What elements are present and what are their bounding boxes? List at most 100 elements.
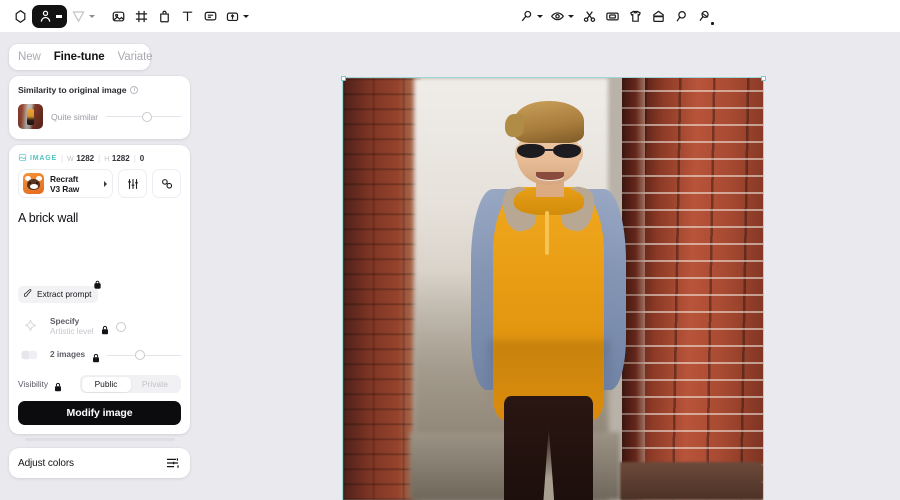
red-panda-avatar xyxy=(23,173,44,194)
similarity-card: Similarity to original image i Quite sim… xyxy=(9,76,190,139)
similarity-title: Similarity to original image xyxy=(18,85,127,95)
pen-shape-icon[interactable] xyxy=(68,5,98,27)
lock-icon[interactable] xyxy=(54,379,62,392)
image-width-key: W xyxy=(67,154,74,163)
cursor-select-icon[interactable] xyxy=(9,5,31,27)
image-count-label-bold: 2 images xyxy=(50,349,86,360)
image-height-field[interactable]: H 1282 xyxy=(104,154,130,163)
toolbar-right-group xyxy=(516,0,715,32)
magic-wand-glyph xyxy=(519,9,534,24)
tshirt-glyph xyxy=(628,9,643,24)
retouch-badge-dot xyxy=(711,22,714,25)
artistic-level-label: Specify Artistic level xyxy=(50,317,94,336)
magic-wand-icon[interactable] xyxy=(516,5,546,27)
scissors-glyph xyxy=(582,9,597,24)
style-reference-icon[interactable] xyxy=(152,169,181,198)
eye-glyph xyxy=(550,9,565,24)
sliders-icon[interactable] xyxy=(118,169,147,198)
tab-variate[interactable]: Variate xyxy=(118,51,153,63)
image-count-slider[interactable] xyxy=(107,349,181,361)
comment-glyph xyxy=(203,9,218,24)
vector-object-icon[interactable] xyxy=(32,4,67,28)
app-root: New Fine-tune Variate Similarity to orig… xyxy=(0,0,900,500)
extract-prompt-button[interactable]: Extract prompt xyxy=(18,280,102,303)
mockup-icon[interactable] xyxy=(153,5,175,27)
image-height-key: H xyxy=(104,154,110,163)
retouch-icon[interactable] xyxy=(693,5,715,27)
image-layer-tag: IMAGE xyxy=(18,153,57,164)
mockup-glyph xyxy=(157,9,172,24)
photo-arm-shadow xyxy=(487,339,610,404)
magic-brush-icon xyxy=(23,288,33,300)
lock-icon[interactable] xyxy=(92,350,100,363)
photo-left-brick-wall xyxy=(343,78,421,500)
similarity-slider-knob[interactable] xyxy=(142,111,153,122)
visibility-option-public[interactable]: Public xyxy=(81,376,131,392)
frame-glyph xyxy=(134,9,149,24)
image-meta-row: IMAGE | W 1282 | H 1282 | 0 xyxy=(9,145,190,169)
info-icon[interactable]: i xyxy=(130,86,139,94)
model-selector[interactable]: Recraft V3 Raw xyxy=(18,169,113,198)
chevron-down-icon xyxy=(243,14,249,18)
photo-hair xyxy=(505,101,584,144)
pen-shape-glyph xyxy=(71,9,86,24)
frame-icon[interactable] xyxy=(130,5,152,27)
canvas-selected-image[interactable] xyxy=(342,77,764,500)
similarity-value-label: Quite similar xyxy=(51,111,99,122)
adjust-colors-card[interactable]: Adjust colors xyxy=(9,448,190,478)
photo-person xyxy=(456,99,641,500)
image-icon[interactable] xyxy=(107,5,129,27)
visibility-row: Visibility Public Private xyxy=(9,369,190,393)
image-count-slider-knob[interactable] xyxy=(135,350,146,360)
tab-fine-tune[interactable]: Fine-tune xyxy=(54,51,105,63)
visibility-label: Visibility xyxy=(18,379,49,389)
text-icon[interactable] xyxy=(176,5,198,27)
artistic-level-slider-knob[interactable] xyxy=(115,322,126,332)
mockup-frame-icon[interactable] xyxy=(647,5,669,27)
scissors-icon[interactable] xyxy=(578,5,600,27)
meta-divider-1: | xyxy=(60,154,64,163)
upload-icon[interactable] xyxy=(222,5,252,27)
chevron-down-icon xyxy=(56,14,62,18)
similarity-control-row: Quite similar xyxy=(18,104,181,129)
option-artistic-level[interactable]: Specify Artistic level xyxy=(9,313,190,341)
model-name: Recraft V3 Raw xyxy=(50,174,79,194)
photo-hood-drawstring xyxy=(545,211,550,256)
lock-icon xyxy=(94,280,102,289)
similarity-slider[interactable] xyxy=(106,111,181,123)
comment-icon[interactable] xyxy=(199,5,221,27)
image-rotation-field[interactable]: 0 xyxy=(140,154,144,163)
option-image-count[interactable]: 2 images xyxy=(9,341,190,369)
photo-smile xyxy=(535,172,564,181)
visibility-option-private[interactable]: Private xyxy=(131,377,180,392)
image-layer-label: IMAGE xyxy=(30,155,57,162)
tab-new[interactable]: New xyxy=(18,51,41,63)
prompt-input[interactable]: A brick wall xyxy=(9,207,190,281)
image-rotation-value: 0 xyxy=(139,154,145,163)
photo-composite xyxy=(343,78,763,500)
photo-right-wall-base xyxy=(620,462,763,500)
tshirt-icon[interactable] xyxy=(624,5,646,27)
photo-sunglasses xyxy=(517,143,582,159)
artistic-level-slider[interactable] xyxy=(115,321,181,333)
selection-handle-top-left[interactable] xyxy=(341,76,346,81)
color-sliders-icon[interactable] xyxy=(165,455,181,471)
original-image-thumbnail[interactable] xyxy=(18,104,43,129)
image-width-value: 1282 xyxy=(76,154,95,163)
eye-visibility-icon[interactable] xyxy=(547,5,577,27)
lock-icon[interactable] xyxy=(101,322,109,335)
modify-image-button[interactable]: Modify image xyxy=(18,401,181,425)
eraser-glyph xyxy=(674,9,689,24)
selection-handle-top-right[interactable] xyxy=(761,76,766,81)
chevron-right-icon xyxy=(104,180,107,187)
similarity-title-row: Similarity to original image i xyxy=(18,85,181,95)
extract-prompt-row: Extract prompt xyxy=(9,280,190,313)
expand-image-icon[interactable] xyxy=(601,5,623,27)
panel-horizontal-scrollbar[interactable] xyxy=(24,438,175,441)
artistic-star-icon xyxy=(18,316,43,338)
image-width-field[interactable]: W 1282 xyxy=(67,154,94,163)
vector-object-glyph xyxy=(38,9,53,24)
eraser-icon[interactable] xyxy=(670,5,692,27)
two-images-icon xyxy=(18,344,43,366)
artistic-level-label-bold: Specify xyxy=(50,316,80,327)
